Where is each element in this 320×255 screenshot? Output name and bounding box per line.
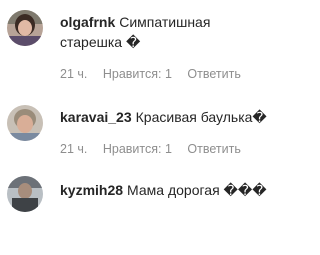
- comment-text: karavai_23 Красивая баулька�: [60, 107, 275, 127]
- comment-body: Красивая баулька�: [135, 109, 267, 125]
- comment-text: kyzmih28 Мама дорогая ���: [60, 180, 275, 200]
- avatar[interactable]: [7, 105, 43, 141]
- comment-likes[interactable]: Нравится: 1: [103, 142, 172, 156]
- comment-body: Мама дорогая ���: [127, 182, 267, 198]
- reply-button[interactable]: Ответить: [187, 142, 240, 156]
- avatar[interactable]: [7, 176, 43, 212]
- reply-button[interactable]: Ответить: [187, 67, 240, 81]
- comment-username[interactable]: kyzmih28: [60, 182, 123, 198]
- comment-meta: 21 ч. Нравится: 1 Ответить: [60, 67, 253, 81]
- avatar[interactable]: [7, 10, 43, 46]
- comment-time[interactable]: 21 ч.: [60, 67, 87, 81]
- comment-username[interactable]: karavai_23: [60, 109, 132, 125]
- comment-username[interactable]: olgafrnk: [60, 14, 115, 30]
- comment-meta: 21 ч. Нравится: 1 Ответить: [60, 142, 253, 156]
- comment-likes[interactable]: Нравится: 1: [103, 67, 172, 81]
- comment-time[interactable]: 21 ч.: [60, 142, 87, 156]
- comment-text: olgafrnk Симпатишная старешка �: [60, 12, 275, 52]
